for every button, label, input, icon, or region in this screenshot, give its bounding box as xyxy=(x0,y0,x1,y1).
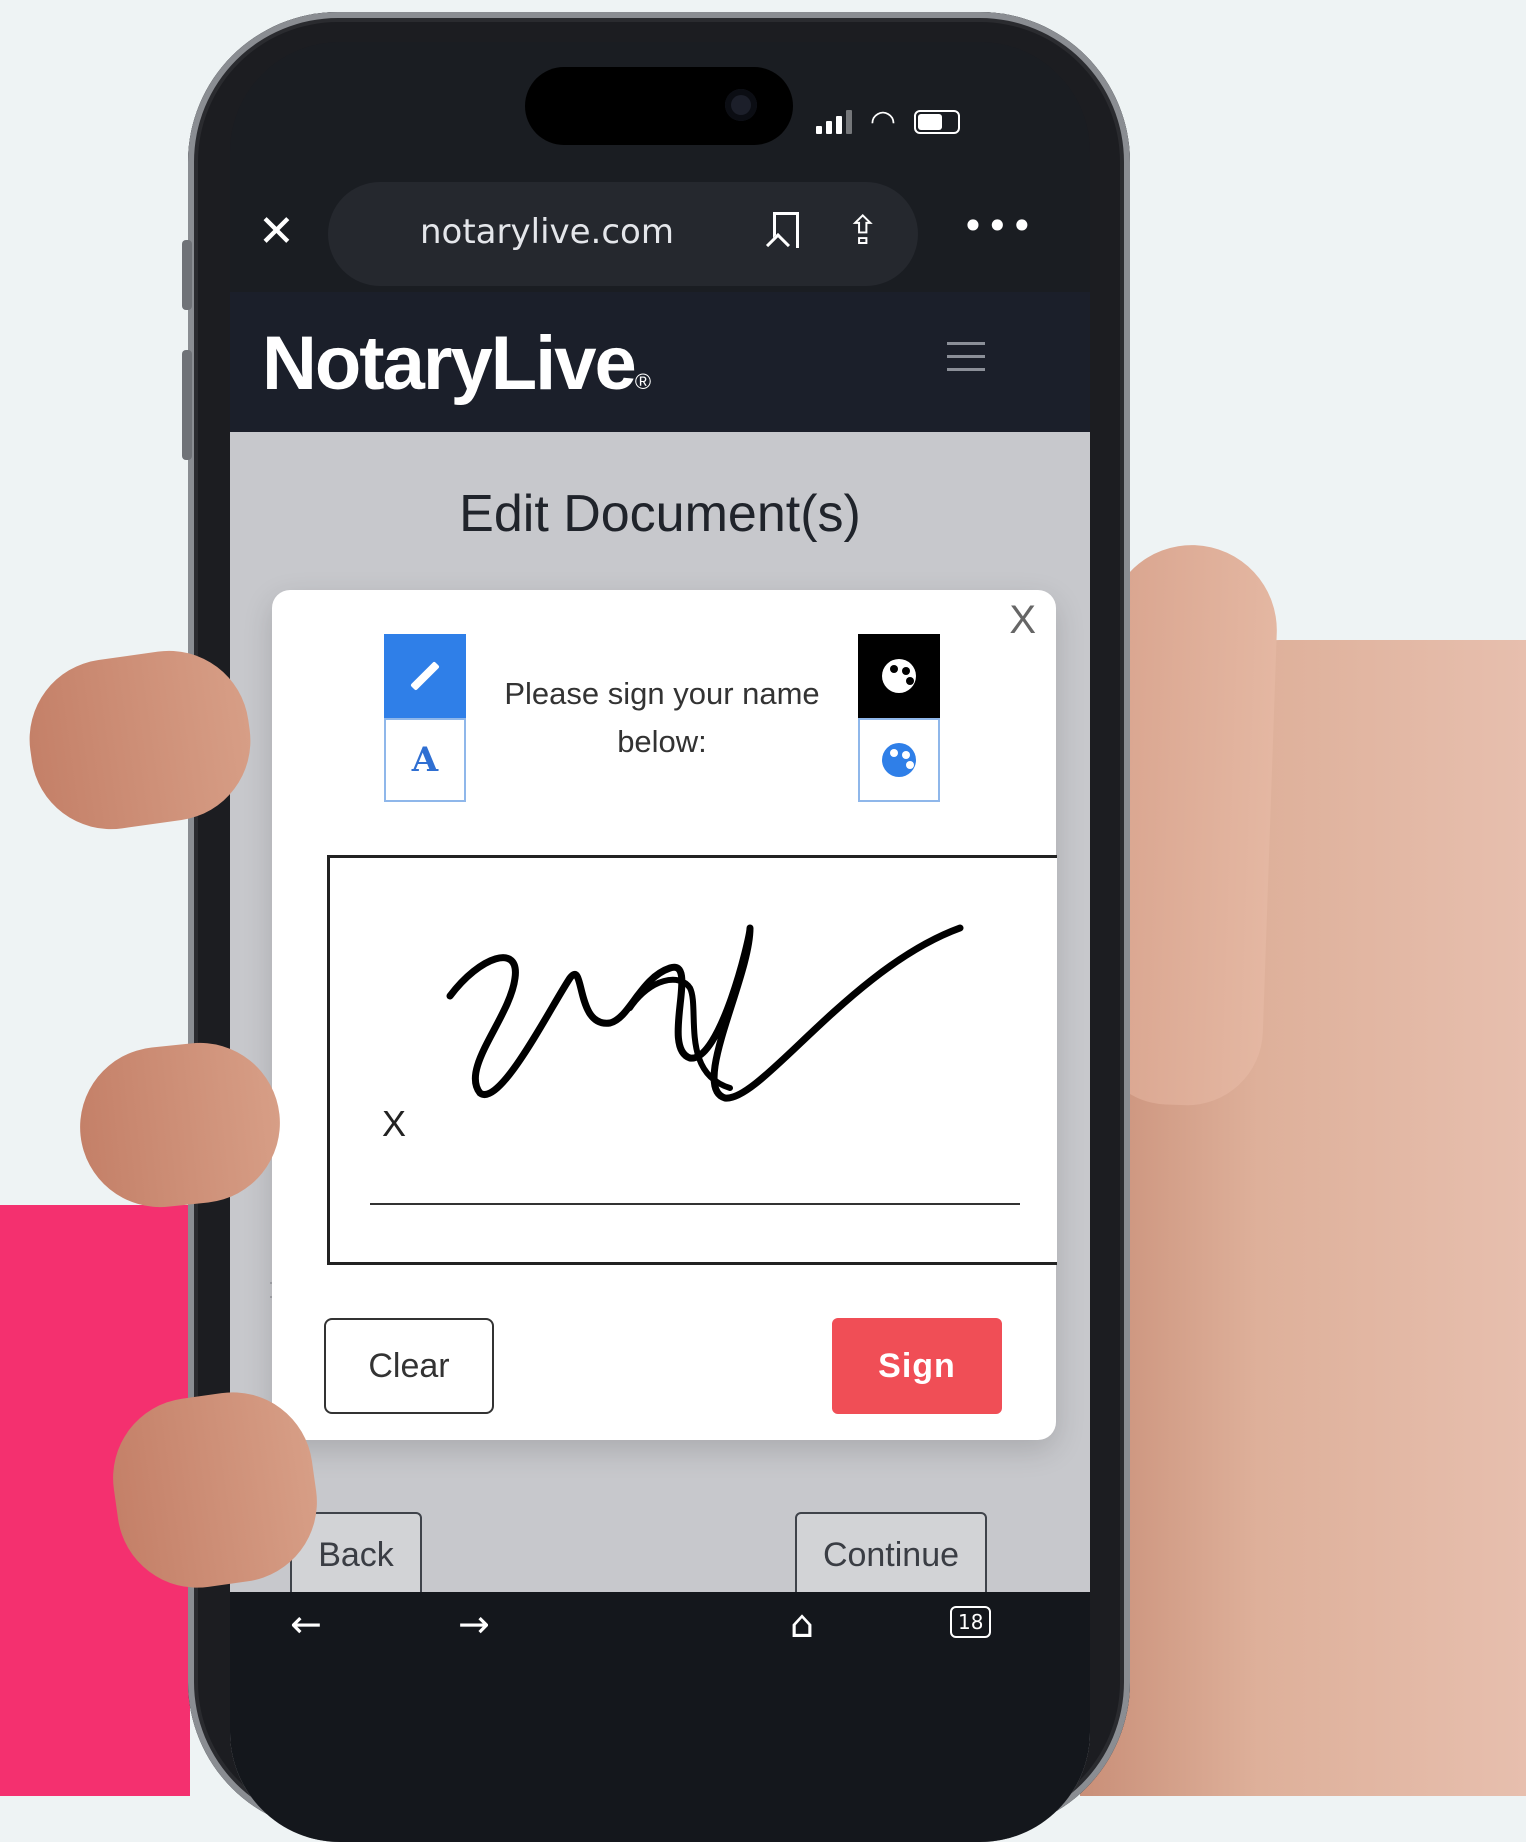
phone-side-button xyxy=(182,350,192,460)
blue-ink-button[interactable] xyxy=(858,718,940,802)
wifi-icon: ◠ xyxy=(869,104,896,139)
home-icon[interactable]: ⌂ xyxy=(790,1602,814,1646)
sign-button[interactable]: Sign xyxy=(832,1318,1002,1414)
palette-icon xyxy=(882,659,916,693)
signature-modal: X A Please sign your name below: X Clear… xyxy=(272,590,1057,1440)
forward-arrow-icon[interactable]: → xyxy=(458,1602,490,1646)
draw-mode-button[interactable] xyxy=(384,634,466,718)
phone-side-button xyxy=(182,240,192,310)
modal-close-button[interactable]: X xyxy=(1009,598,1036,643)
more-icon[interactable]: ••• xyxy=(962,204,1035,248)
logo-registered-mark: ® xyxy=(634,369,651,394)
type-mode-button[interactable]: A xyxy=(384,718,466,802)
share-icon[interactable]: ⇪ xyxy=(846,208,880,254)
drawn-signature xyxy=(446,924,964,1102)
battery-icon xyxy=(914,109,960,134)
signature-pad[interactable]: X xyxy=(327,855,1057,1265)
signal-icon xyxy=(815,109,852,134)
dynamic-island xyxy=(525,67,793,145)
logo-text: NotaryLive xyxy=(262,321,637,406)
black-ink-button[interactable] xyxy=(858,634,940,718)
browser-toolbar: ✕ notarylive.com ⇪ ••• xyxy=(230,182,1090,292)
page-title: Edit Document(s) xyxy=(459,485,861,543)
camera xyxy=(725,89,757,121)
notarylive-logo[interactable]: NotaryLive® xyxy=(262,320,651,407)
tabs-icon[interactable]: 18 xyxy=(950,1606,992,1638)
close-icon[interactable]: ✕ xyxy=(258,210,295,254)
browser-bottom-bar: ← → ⌂ 18 xyxy=(230,1592,1090,1842)
clear-button[interactable]: Clear xyxy=(324,1318,494,1414)
palette-icon xyxy=(882,743,916,777)
hamburger-icon[interactable] xyxy=(947,342,985,381)
continue-button[interactable]: Continue xyxy=(795,1512,987,1598)
bookmark-icon[interactable] xyxy=(773,212,799,248)
back-arrow-icon[interactable]: ← xyxy=(290,1602,322,1646)
url-text: notarylive.com xyxy=(420,212,674,252)
sign-prompt: Please sign your name below: xyxy=(504,676,820,759)
pencil-icon xyxy=(410,661,440,691)
url-bar[interactable]: notarylive.com ⇪ xyxy=(328,182,918,286)
site-header: NotaryLive® xyxy=(230,292,1090,432)
status-bar: ◠ xyxy=(815,104,960,139)
